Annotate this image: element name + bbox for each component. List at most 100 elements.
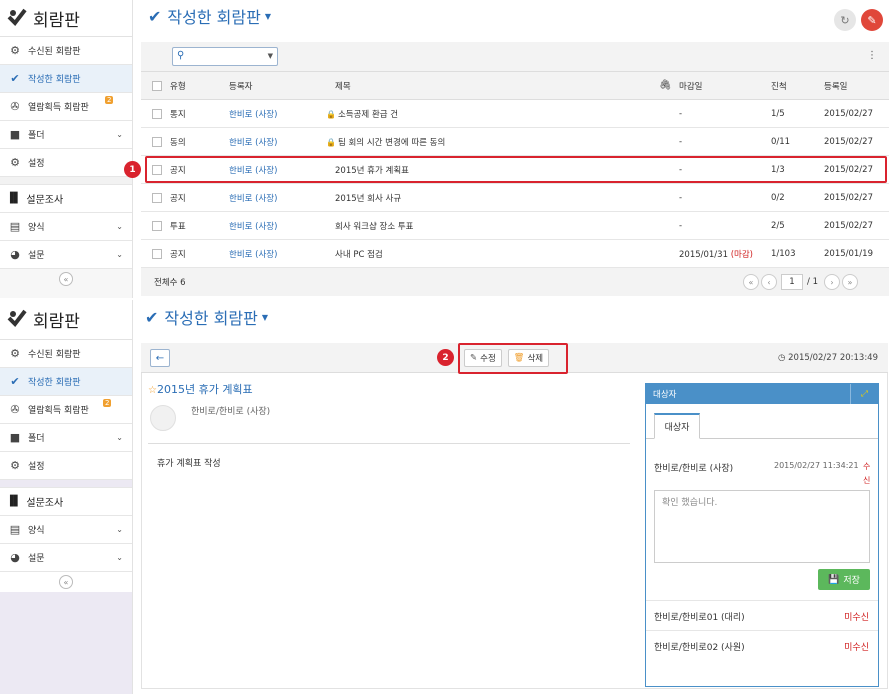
sidebar-item-form[interactable]: ▤ 양식 ⌄ [0, 213, 132, 241]
cell-author[interactable]: 한비로 (사장) [229, 248, 277, 260]
col-title[interactable]: 제목 [335, 80, 351, 92]
sidebar-item-settings[interactable]: ⚙ 설정 [0, 149, 132, 177]
lock-icon: 🔒 [326, 137, 336, 147]
caret-down-icon: ▼ [264, 11, 271, 21]
page-title-label: 작성한 회람판 [164, 309, 258, 328]
cell-title[interactable]: 팀 회의 시간 변경에 따른 동의 [338, 138, 445, 148]
doc-author: 한비로/한비로 (사장) [191, 407, 271, 417]
col-deadline[interactable]: 마감일 [679, 80, 702, 92]
divider [646, 630, 878, 631]
page-title[interactable]: ✔ 작성한 회람판 ▼ [145, 305, 268, 329]
cell-title[interactable]: 회사 워크샵 장소 투표 [335, 220, 414, 232]
sidebar-item-label: 폴더 [28, 434, 45, 444]
page-title-label: 작성한 회람판 [167, 8, 261, 27]
sidebar-item-survey[interactable]: ◕ 설문 ⌄ [0, 241, 132, 269]
select-all-checkbox[interactable] [152, 80, 162, 91]
sidebar-item-label: 양식 [28, 223, 45, 233]
doc-title[interactable]: ☆2015년 휴가 계획표 [148, 381, 253, 397]
check-icon: ✔ [10, 72, 20, 85]
last-page-icon[interactable]: » [841, 274, 858, 290]
table-row[interactable]: 통지 한비로 (사장) 🔒 소득공제 환급 건 - 1/5 2015/02/27 [141, 100, 889, 128]
sidebar-collapse[interactable]: « [0, 269, 132, 289]
sidebar-item-settings[interactable]: ⚙ 설정 [0, 452, 132, 480]
table-footer: 전체수 6 « ‹ 1 / 1 › » [141, 268, 889, 296]
detail-timestamp: ◷ 2015/02/27 20:13:49 [778, 353, 878, 363]
sidebar-item-read[interactable]: ✇ 열람획득 회람판 2 [0, 396, 132, 424]
sidebar-item-received[interactable]: ⚙ 수신된 회람판 [0, 340, 132, 368]
pencil-icon: ✎ [867, 13, 877, 27]
col-type[interactable]: 유형 [170, 80, 186, 92]
table-row[interactable]: 공지 한비로 (사장) 사내 PC 점검 2015/01/31 (마감) 1/1… [141, 240, 889, 268]
sidebar-item-label: 설문 [28, 554, 45, 564]
chevron-down-icon: ⌄ [116, 130, 123, 139]
row-checkbox[interactable] [152, 220, 162, 231]
survey-title-label: 설문조사 [26, 195, 64, 206]
more-icon[interactable]: ⋮ [867, 50, 877, 61]
table-row[interactable]: 공지 한비로 (사장) 2015년 회사 사규 - 0/2 2015/02/27 [141, 184, 889, 212]
tab-recipients[interactable]: 대상자 [654, 413, 700, 439]
recipient-name: 한비로/한비로01 (대리) [654, 613, 745, 623]
cell-author[interactable]: 한비로 (사장) [229, 220, 277, 232]
reply-author: 한비로/한비로 (사장) [654, 464, 734, 474]
sidebar-item-label: 설문 [28, 251, 45, 261]
star-icon[interactable]: ☆ [148, 385, 157, 396]
back-button[interactable]: ← [150, 349, 170, 367]
table-row[interactable]: 동의 한비로 (사장) 🔒 팀 회의 시간 변경에 따른 동의 - 0/11 20… [141, 128, 889, 156]
survey-section-title: ▐▌ 설문조사 [0, 488, 132, 516]
sidebar-item-survey[interactable]: ◕ 설문 ⌄ [0, 544, 132, 572]
col-author[interactable]: 등록자 [229, 80, 252, 92]
sidebar-item-read[interactable]: ✇ 열람획득 회람판 2 [0, 93, 132, 121]
reply-time: 2015/02/27 11:34:21 [774, 461, 859, 470]
table-row[interactable]: 투표 한비로 (사장) 회사 워크샵 장소 투표 - 2/5 2015/02/2… [141, 212, 889, 240]
pie-icon: ◕ [10, 551, 20, 564]
sidebar-item-label: 열람획득 회람판 [28, 406, 89, 416]
gear-icon: ⚙ [10, 44, 20, 57]
bar-chart-icon: ▐▌ [6, 193, 22, 204]
app-title: 회람판 [33, 10, 80, 31]
sidebar-item-folder[interactable]: ■ 폴더 ⌄ [0, 424, 132, 452]
write-button[interactable]: ✎ [861, 9, 883, 31]
next-page-icon[interactable]: › [823, 274, 840, 290]
row-checkbox[interactable] [152, 108, 162, 119]
folder-icon: ■ [9, 128, 21, 141]
chevron-down-icon: ⌄ [116, 433, 123, 442]
sidebar-collapse[interactable]: « [0, 572, 132, 592]
first-page-icon[interactable]: « [743, 274, 759, 290]
sidebar-top: 회람판 ⚙ 수신된 회람판 ✔ 작성한 회람판 ✇ 열람획득 회람판 2 ■ 폴더 ⌄ ⚙ 설… [0, 0, 133, 298]
doc-title-label: 2015년 휴가 계획표 [156, 383, 253, 396]
app-logo[interactable]: 회람판 [0, 300, 132, 340]
cell-deadline: 2015/01/31 [679, 249, 728, 260]
page-input[interactable]: 1 [781, 274, 803, 290]
sidebar-item-written[interactable]: ✔ 작성한 회람판 [0, 65, 132, 93]
sidebar-item-folder[interactable]: ■ 폴더 ⌄ [0, 121, 132, 149]
cell-type: 통지 [170, 109, 186, 120]
row-checkbox[interactable] [152, 136, 162, 147]
divider [0, 177, 132, 185]
row-checkbox[interactable] [152, 248, 162, 259]
cell-author[interactable]: 한비로 (사장) [229, 192, 277, 204]
sidebar-item-received[interactable]: ⚙ 수신된 회람판 [0, 37, 132, 65]
search-select[interactable]: ⚲ ▼ [172, 47, 278, 66]
prev-page-icon[interactable]: ‹ [761, 274, 777, 290]
expand-icon[interactable]: ⤢ [850, 384, 878, 404]
col-date[interactable]: 등록일 [824, 80, 847, 92]
cell-author[interactable]: 한비로 (사장) [229, 108, 277, 120]
refresh-button[interactable]: ↻ [834, 9, 856, 31]
page-title[interactable]: ✔ 작성한 회람판 ▼ [148, 4, 271, 28]
panel-header: 대상자 ⤢ [646, 384, 878, 404]
row-checkbox[interactable] [152, 192, 162, 203]
sidebar-item-form[interactable]: ▤ 양식 ⌄ [0, 516, 132, 544]
cell-title[interactable]: 소득공제 환급 건 [338, 110, 398, 120]
app-logo[interactable]: 회람판 [0, 0, 132, 37]
document-icon: ▤ [9, 220, 21, 233]
cell-author[interactable]: 한비로 (사장) [229, 136, 277, 148]
reply-textarea[interactable]: 확인 했습니다. [654, 490, 870, 563]
collapse-icon[interactable]: « [59, 575, 73, 589]
sidebar-item-written[interactable]: ✔ 작성한 회람판 [0, 368, 132, 396]
cell-title[interactable]: 사내 PC 점검 [335, 248, 383, 260]
total-count: 전체수 6 [154, 278, 186, 288]
cell-title[interactable]: 2015년 회사 사규 [335, 192, 401, 204]
save-button[interactable]: 💾 저장 [818, 569, 870, 590]
collapse-icon[interactable]: « [59, 272, 73, 286]
col-progress[interactable]: 진척 [771, 80, 787, 92]
